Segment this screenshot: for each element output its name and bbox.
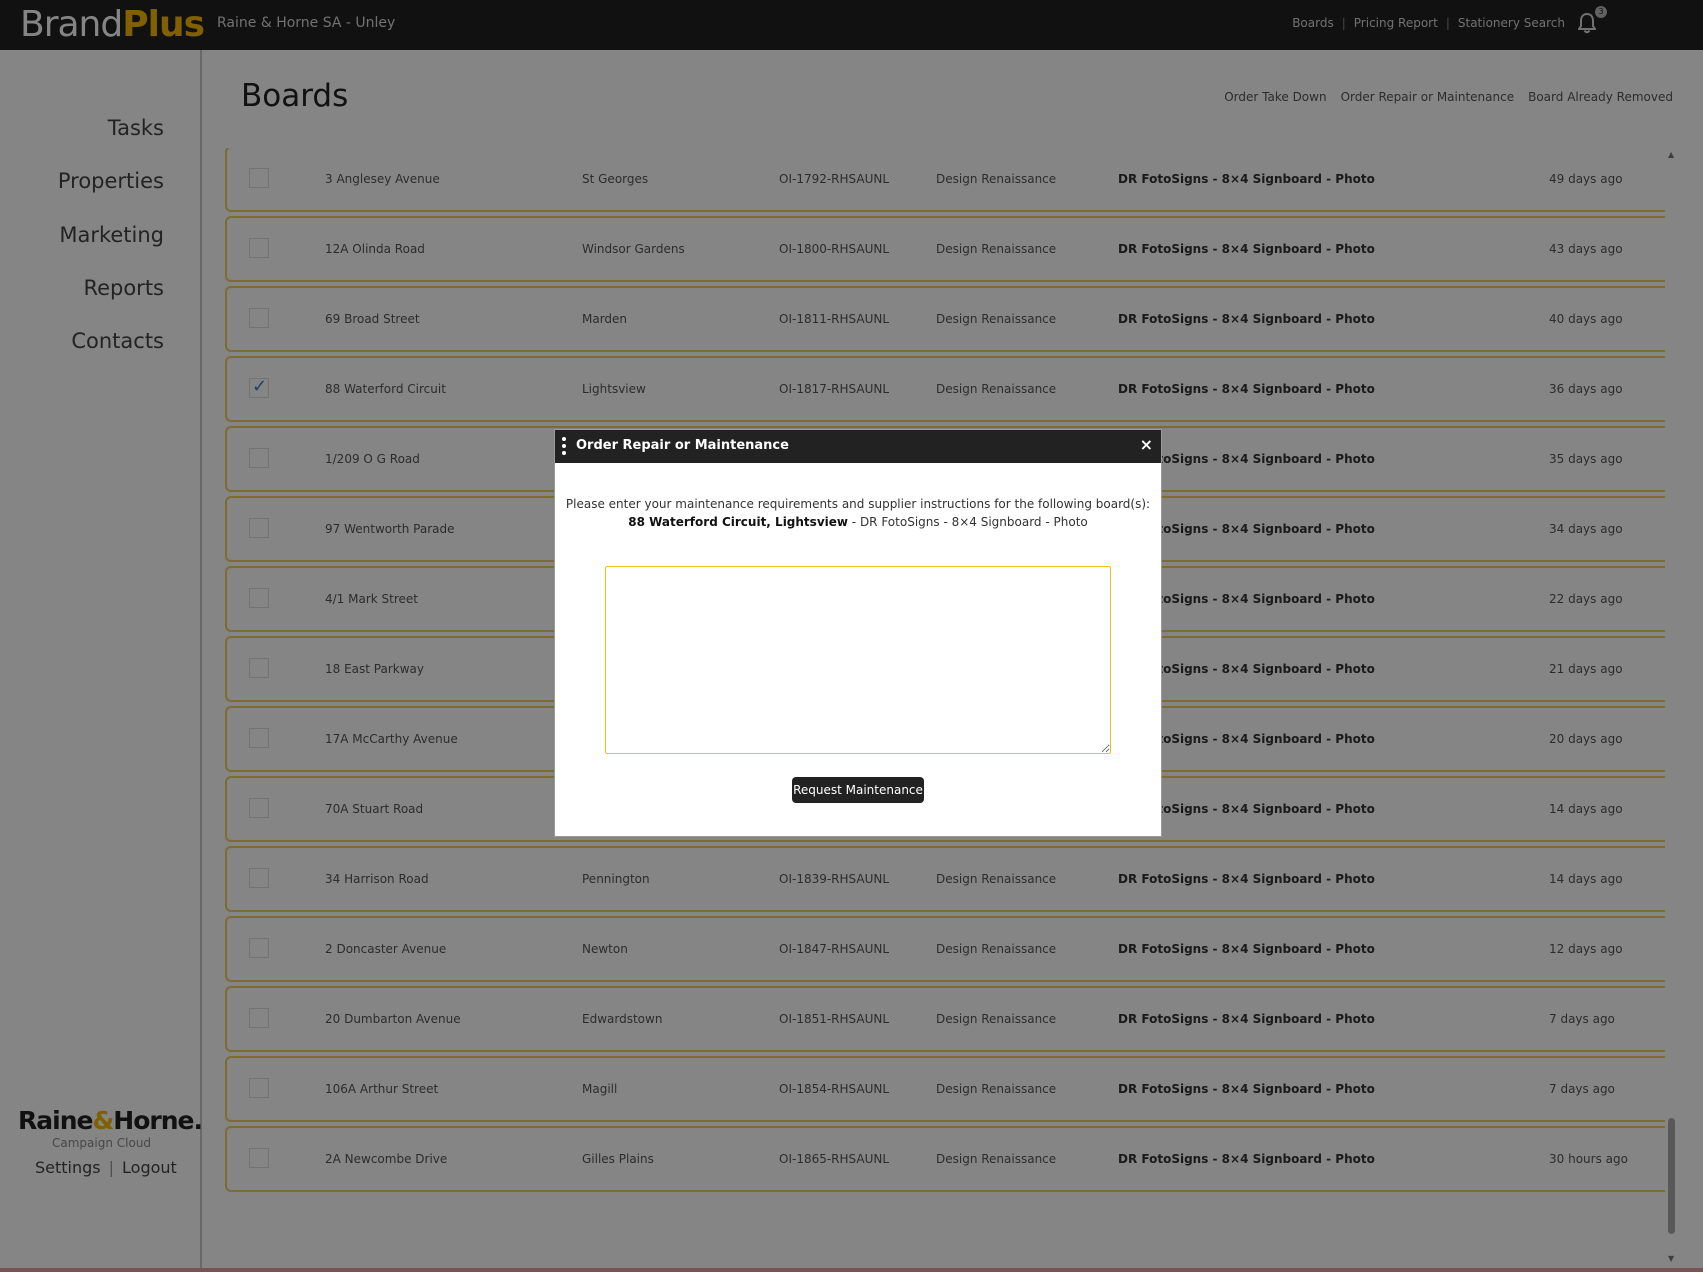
close-icon[interactable]: ×	[1140, 435, 1153, 454]
request-maintenance-button[interactable]: Request Maintenance	[792, 777, 924, 803]
instruction-text: Please enter your maintenance requiremen…	[565, 497, 1151, 511]
board-address: 88 Waterford Circuit, Lightsview	[628, 515, 848, 529]
dialog-title: Order Repair or Maintenance	[576, 438, 789, 453]
maintenance-textarea[interactable]	[605, 566, 1111, 754]
dialog-instructions: Please enter your maintenance requiremen…	[555, 495, 1161, 531]
drag-handle-icon[interactable]	[562, 437, 566, 457]
selected-board: 88 Waterford Circuit, Lightsview - DR Fo…	[555, 513, 1161, 531]
maintenance-dialog: Order Repair or Maintenance × Please ent…	[554, 429, 1162, 837]
dialog-header[interactable]: Order Repair or Maintenance ×	[555, 430, 1161, 463]
board-product: - DR FotoSigns - 8×4 Signboard - Photo	[847, 515, 1088, 529]
